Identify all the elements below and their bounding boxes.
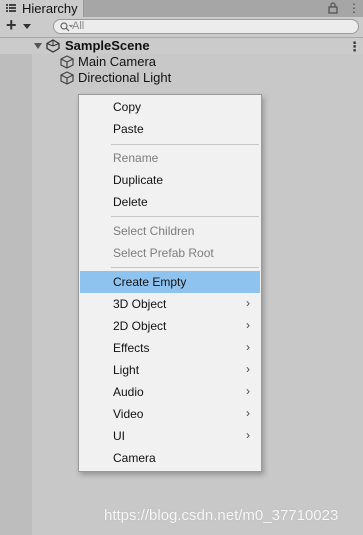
menu-item-label: Delete [113, 195, 148, 209]
menu-separator [111, 267, 259, 268]
search-icon [60, 22, 73, 32]
menu-item-label: Paste [113, 122, 144, 136]
menu-item-rename: Rename [80, 147, 260, 169]
expand-arrow-icon[interactable] [34, 43, 42, 49]
menu-item-label: Camera [113, 451, 156, 465]
chevron-right-icon: › [246, 428, 250, 442]
chevron-right-icon: › [246, 340, 250, 354]
menu-item-video[interactable]: Video › [80, 403, 260, 425]
menu-item-effects[interactable]: Effects › [80, 337, 260, 359]
gameobject-cube-icon [60, 71, 74, 85]
menu-item-camera[interactable]: Camera [80, 447, 260, 469]
scene-row[interactable]: SampleScene ⋮ [0, 38, 363, 54]
menu-separator [111, 144, 259, 145]
menu-item-label: 2D Object [113, 319, 167, 333]
menu-item-audio[interactable]: Audio › [80, 381, 260, 403]
menu-item-duplicate[interactable]: Duplicate [80, 169, 260, 191]
menu-item-label: Light [113, 363, 140, 377]
hierarchy-toolbar: + All [0, 15, 363, 38]
chevron-right-icon: › [246, 318, 250, 332]
lock-icon[interactable] [328, 2, 338, 14]
tree-item-label: Directional Light [78, 70, 172, 85]
menu-item-3d-object[interactable]: 3D Object › [80, 293, 260, 315]
window-tab-bar: Hierarchy ⋮ [0, 0, 363, 17]
menu-item-label: Copy [113, 100, 142, 114]
tab-hierarchy-label: Hierarchy [22, 1, 78, 16]
context-menu: Copy Paste Rename Duplicate Delete Selec… [78, 94, 262, 472]
tree-item-label: Main Camera [78, 54, 157, 69]
menu-item-label: Create Empty [113, 275, 187, 289]
search-placeholder: All [72, 20, 85, 32]
chevron-down-icon [23, 24, 31, 29]
menu-item-ui[interactable]: UI › [80, 425, 260, 447]
menu-item-label: Select Children [113, 224, 195, 238]
menu-item-delete[interactable]: Delete [80, 191, 260, 213]
menu-item-label: Rename [113, 151, 159, 165]
unity-scene-icon [46, 39, 60, 53]
menu-item-label: Duplicate [113, 173, 164, 187]
chevron-right-icon: › [246, 384, 250, 398]
menu-item-light[interactable]: Light › [80, 359, 260, 381]
menu-item-copy[interactable]: Copy [80, 96, 260, 118]
scene-name: SampleScene [65, 38, 150, 53]
plus-icon: + [6, 15, 17, 35]
menu-item-label: Select Prefab Root [113, 246, 214, 260]
menu-item-label: Effects [113, 341, 150, 355]
menu-separator [111, 216, 259, 217]
scene-kebab-icon[interactable]: ⋮ [348, 39, 361, 55]
search-input[interactable]: All [53, 19, 359, 34]
menu-item-paste[interactable]: Paste [80, 118, 260, 140]
chevron-right-icon: › [246, 362, 250, 376]
chevron-right-icon: › [246, 296, 250, 310]
hierarchy-left-gutter [0, 54, 32, 535]
chevron-right-icon: › [246, 406, 250, 420]
menu-item-select-children: Select Children [80, 220, 260, 242]
menu-item-label: Video [113, 407, 144, 421]
create-dropdown-button[interactable]: + [4, 15, 34, 35]
menu-item-select-prefab-root: Select Prefab Root [80, 242, 260, 264]
menu-item-label: 3D Object [113, 297, 167, 311]
hierarchy-list-icon [6, 4, 16, 12]
gameobject-cube-icon [60, 55, 74, 69]
menu-item-create-empty[interactable]: Create Empty [80, 271, 260, 293]
menu-item-label: UI [113, 429, 125, 443]
menu-item-2d-object[interactable]: 2D Object › [80, 315, 260, 337]
watermark-text: https://blog.csdn.net/m0_37710023 [104, 507, 339, 524]
menu-item-label: Audio [113, 385, 144, 399]
window-menu-kebab-icon[interactable]: ⋮ [348, 1, 360, 15]
